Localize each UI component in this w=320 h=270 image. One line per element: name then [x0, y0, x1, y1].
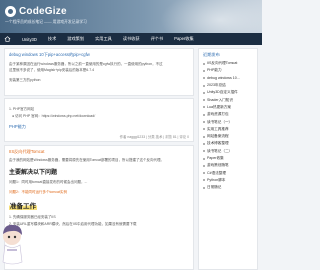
sidebar-item[interactable]: 技术博客整理	[203, 140, 257, 147]
sidebar-item[interactable]: 网站备案流程	[203, 133, 257, 140]
main-nav: Unity3D 技术 游戏策划 实用工具 读书收获 评个书 Paper收集	[0, 33, 262, 45]
post-card: debug windows 10下pip+access的pip+cgfw 由于某…	[4, 48, 194, 96]
post-excerpt-line: 问题1：同时用tomcat直接发布的时候会出问题，...	[9, 180, 88, 184]
post-excerpt-line: 这里就不多说了，使用Magisk+pip安装后的版本是6.7.4	[9, 68, 95, 72]
sidebar-item[interactable]: Python脚本	[203, 177, 257, 184]
post-excerpt-line: 安装第三方的python	[9, 78, 41, 82]
post-excerpt-line: 由于某种原因在运行windows服务器，所以之前一直使用的是cgfw执行的，一直…	[9, 62, 163, 66]
post-card: PHP能力 1. PHP官方网站 ● 访问 PHP 官网：https://win…	[4, 98, 194, 142]
post-heading: 主要解决以下问题	[9, 170, 58, 176]
nav-game-design[interactable]: 游戏策划	[67, 36, 84, 42]
sidebar-item[interactable]: Shader入门知识	[203, 96, 257, 103]
post-excerpt-line: 1. PHP官方网站	[9, 107, 35, 111]
sidebar-item[interactable]: Unity3D自定义插件	[203, 89, 257, 96]
sidebar-title: 近期发布	[203, 52, 220, 57]
sidebar-item[interactable]: IIS反向代理Tomcat	[203, 60, 257, 67]
post-heading: 准备工作	[9, 200, 37, 210]
post-meta: 作者 nagggl1233 | 分类 技术 | 浏览 81 | 评论 0	[119, 135, 189, 139]
sidebar-recent-posts: 近期发布 IIS反向代理Tomcat PHP能力 debug windows 1…	[198, 48, 258, 270]
post-excerpt-line: 问题2：不能同时运行多个tomcat实例	[9, 190, 67, 194]
site-logo[interactable]: CodeGize	[5, 6, 67, 17]
sidebar-item[interactable]: 2023年总结	[203, 82, 257, 89]
post-excerpt-line: 由于我的网站是Windows服务器，需要将原先在使用Tomcat部署的项目，所以…	[9, 158, 164, 162]
sidebar-item[interactable]: 游戏策划随笔	[203, 162, 257, 169]
post-excerpt-line: 2. 安装URL重写模块和ARR模块，然后在IIS中启用代理功能，如果没有就需要…	[9, 222, 137, 226]
sidebar-item[interactable]: 实用工具推荐	[203, 126, 257, 133]
logo-icon	[5, 6, 16, 17]
sidebar-item[interactable]: PHP能力	[203, 67, 257, 74]
brand-name: CodeGize	[19, 6, 67, 17]
site-header: CodeGize 一个程序员的成长笔记 —— 用游戏开发记录学习	[0, 0, 262, 33]
post-excerpt-line[interactable]: ● 访问 PHP 官网：https://windows.php.net/down…	[12, 114, 95, 119]
sidebar-item[interactable]: debug windows 10...	[203, 75, 257, 82]
site-tagline: 一个程序员的成长笔记 —— 用游戏开发记录学习	[5, 20, 87, 24]
post-card: IIS反向代理Tomcat 由于我的网站是Windows服务器，需要将原先在使用…	[4, 145, 194, 270]
sidebar-item[interactable]: Lua热更新方案	[203, 104, 257, 111]
sidebar-item[interactable]: 游戏资源打包	[203, 111, 257, 118]
sidebar-item[interactable]: C#语法整理	[203, 169, 257, 176]
post-excerpt-line: 1. 先确保服务器已经安装了IIS	[9, 215, 56, 219]
post-title[interactable]: PHP能力	[9, 124, 26, 130]
post-title[interactable]: IIS反向代理Tomcat	[9, 149, 44, 155]
sidebar-item[interactable]: 读书笔记（二）	[203, 148, 257, 155]
sidebar-item[interactable]: Paper收集	[203, 155, 257, 162]
sidebar-list: IIS反向代理Tomcat PHP能力 debug windows 10... …	[203, 60, 257, 191]
post-title[interactable]: debug windows 10下pip+access的pip+cgfw	[9, 52, 90, 58]
nav-paper[interactable]: Paper收集	[174, 36, 194, 42]
nav-home[interactable]	[4, 36, 11, 42]
nav-tools[interactable]: 实用工具	[95, 36, 112, 42]
mascot-illustration	[2, 224, 23, 265]
sidebar-item[interactable]: 日常随记	[203, 184, 257, 191]
nav-tech[interactable]: 技术	[48, 36, 56, 42]
nav-reading[interactable]: 读书收获	[123, 36, 140, 42]
nav-unity3d[interactable]: Unity3D	[22, 37, 37, 42]
home-icon	[4, 36, 11, 42]
sidebar-item[interactable]: 读书笔记（一）	[203, 118, 257, 125]
nav-book-review[interactable]: 评个书	[151, 36, 164, 42]
